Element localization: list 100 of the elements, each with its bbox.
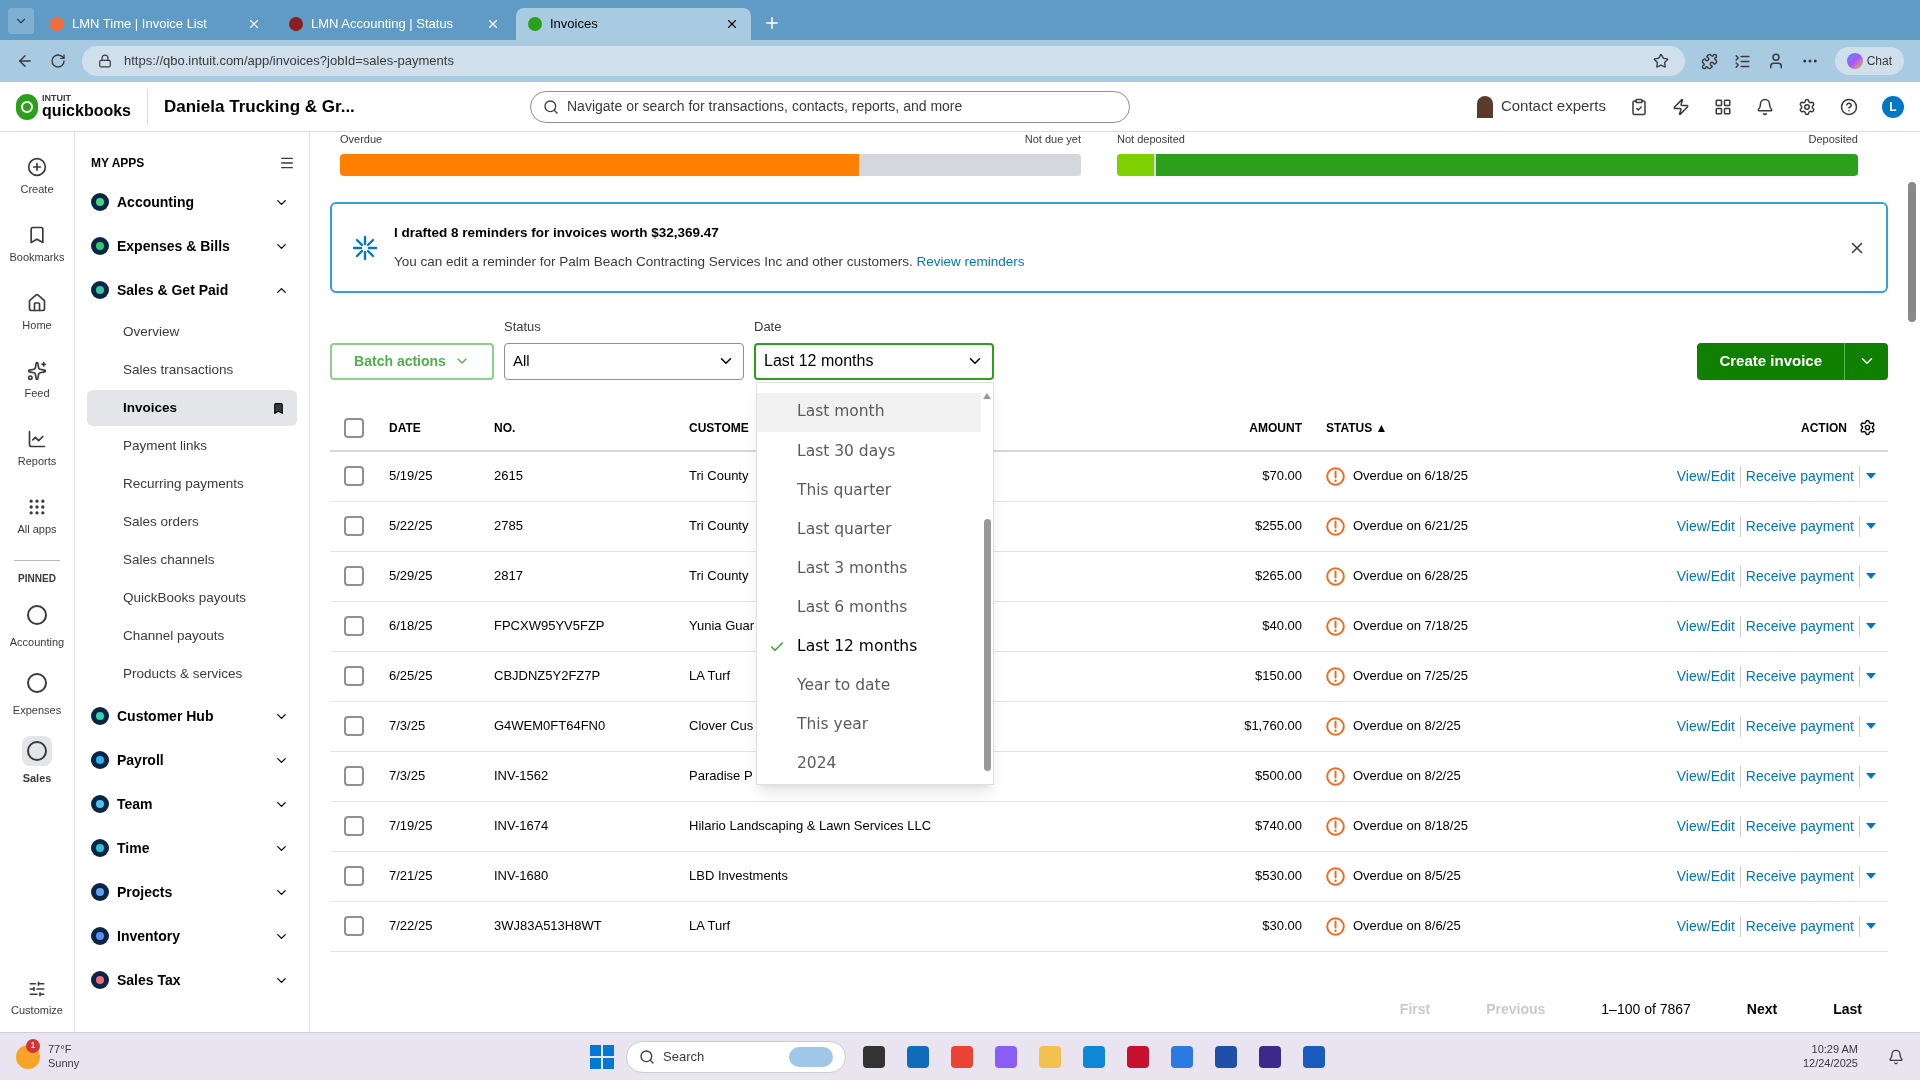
clipboard-icon[interactable] (1630, 97, 1648, 116)
app-item[interactable]: Accounting (87, 180, 297, 224)
receive-payment-link[interactable]: Receive payment (1740, 715, 1860, 737)
sidebar-link[interactable]: QuickBooks payouts (87, 580, 297, 616)
extensions-icon[interactable] (1700, 52, 1718, 70)
rail-item[interactable]: Create (4, 148, 70, 206)
app-item[interactable]: Projects (87, 870, 297, 914)
customize-button[interactable]: Customize (11, 979, 63, 1018)
sidebar-link[interactable]: Recurring payments (87, 466, 297, 502)
dropdown-option[interactable]: Last 12 months (757, 627, 981, 667)
address-bar[interactable]: https://qbo.intuit.com/app/invoices?jobId=sales-payments (82, 46, 1685, 76)
sidebar-link[interactable]: Sales channels (87, 542, 297, 578)
caret-icon[interactable] (1866, 673, 1876, 679)
app-item[interactable]: Sales & Get Paid (87, 268, 297, 312)
favorites-icon[interactable] (1733, 52, 1751, 70)
taskbar-search[interactable]: Search (626, 1040, 846, 1073)
sidebar-link[interactable]: Channel payouts (87, 618, 297, 654)
search-input[interactable]: Navigate or search for transactions, contacts, reports, and more (567, 96, 1117, 117)
settings-icon[interactable] (1798, 97, 1816, 116)
dropdown-option[interactable]: This quarter (757, 470, 981, 510)
sidebar-link[interactable]: Sales orders (87, 504, 297, 540)
date-select[interactable]: Last 12 months (754, 342, 994, 380)
pagination-button[interactable]: Next (1746, 999, 1778, 1020)
column-header[interactable]: DATE (389, 418, 494, 437)
view-edit-link[interactable]: View/Edit (1676, 815, 1741, 837)
caret-icon[interactable] (1866, 823, 1876, 829)
view-edit-link[interactable]: View/Edit (1676, 565, 1741, 587)
create-menu-button[interactable] (1844, 342, 1888, 380)
app-icon[interactable] (1215, 1045, 1237, 1068)
app-item[interactable]: Expenses & Bills (87, 224, 297, 268)
pagination-button[interactable]: Last (1833, 999, 1862, 1020)
review-reminders-link[interactable]: Review reminders (916, 253, 1025, 269)
view-edit-link[interactable]: View/Edit (1676, 615, 1741, 637)
help-icon[interactable] (1840, 97, 1858, 116)
app-item[interactable]: Sales Tax (87, 958, 297, 1002)
receive-payment-link[interactable]: Receive payment (1740, 515, 1860, 537)
notifications-icon[interactable] (1888, 1048, 1904, 1065)
reload-icon[interactable] (50, 53, 66, 69)
caret-icon[interactable] (1866, 523, 1876, 529)
checkbox[interactable] (344, 516, 364, 536)
receive-payment-link[interactable]: Receive payment (1740, 615, 1860, 637)
checkbox[interactable] (344, 916, 364, 936)
view-edit-link[interactable]: View/Edit (1676, 465, 1741, 487)
back-icon[interactable] (16, 52, 34, 70)
company-name[interactable]: Daniela Trucking & Gr... (164, 93, 414, 120)
app-item[interactable]: Customer Hub (87, 694, 297, 738)
checkbox[interactable] (344, 666, 364, 686)
close-icon[interactable] (725, 17, 739, 31)
dropdown-option[interactable]: Last 30 days (757, 431, 981, 471)
column-header[interactable]: STATUS ▲ (1326, 418, 1586, 437)
app-item[interactable]: Inventory (87, 914, 297, 958)
dropdown-option[interactable]: Year to date (757, 666, 981, 706)
receive-payment-link[interactable]: Receive payment (1740, 565, 1860, 587)
column-header[interactable]: AMOUNT (1179, 418, 1302, 437)
checkbox[interactable] (344, 716, 364, 736)
contact-experts-button[interactable]: Contact experts (1476, 95, 1606, 118)
apps-icon[interactable] (1714, 97, 1732, 116)
view-edit-link[interactable]: View/Edit (1676, 515, 1741, 537)
checkbox[interactable] (344, 766, 364, 786)
dropdown-option[interactable]: Last 6 months (757, 587, 981, 628)
settings-icon[interactable] (1859, 419, 1876, 436)
app-icon[interactable] (1259, 1045, 1281, 1068)
caret-icon[interactable] (1866, 473, 1876, 479)
scrollbar-thumb[interactable] (983, 518, 991, 771)
caret-icon[interactable] (1866, 623, 1876, 629)
view-edit-link[interactable]: View/Edit (1676, 665, 1741, 687)
sidebar-link[interactable]: Payment links (87, 428, 297, 464)
receive-payment-link[interactable]: Receive payment (1740, 915, 1860, 937)
caret-icon[interactable] (1866, 723, 1876, 729)
notifications-icon[interactable] (1756, 97, 1774, 116)
checkbox[interactable] (344, 616, 364, 636)
dropdown-option[interactable]: Last 3 months (757, 548, 981, 588)
view-edit-link[interactable]: View/Edit (1676, 915, 1741, 937)
checkbox[interactable] (344, 866, 364, 886)
windows-icon[interactable] (590, 1044, 614, 1069)
browser-tab[interactable]: Invoices (516, 8, 751, 40)
receive-payment-link[interactable]: Receive payment (1740, 815, 1860, 837)
caret-icon[interactable] (1866, 573, 1876, 579)
receive-payment-link[interactable]: Receive payment (1740, 665, 1860, 687)
rail-item[interactable]: All apps (4, 488, 70, 546)
avatar[interactable]: L (1882, 95, 1904, 118)
scroll-up-icon[interactable] (983, 392, 991, 399)
app-icon[interactable] (863, 1045, 885, 1068)
receive-payment-link[interactable]: Receive payment (1740, 765, 1860, 787)
rail-item[interactable]: Accounting (4, 596, 70, 654)
receive-payment-link[interactable]: Receive payment (1740, 465, 1860, 487)
caret-icon[interactable] (1866, 873, 1876, 879)
dropdown-option[interactable]: Last quarter (757, 509, 981, 549)
app-item[interactable]: Team (87, 782, 297, 826)
rail-item[interactable]: Reports (4, 420, 70, 478)
new-tab-icon[interactable] (763, 14, 781, 32)
checkbox[interactable] (344, 566, 364, 586)
checkbox[interactable] (344, 816, 364, 836)
checkbox[interactable] (344, 417, 364, 438)
scrollbar-thumb[interactable] (1908, 182, 1916, 322)
sidebar-link[interactable]: Invoices (87, 390, 297, 426)
caret-icon[interactable] (1866, 773, 1876, 779)
rail-item[interactable]: Home (4, 284, 70, 342)
collapse-icon[interactable] (279, 155, 295, 171)
rail-item[interactable]: Bookmarks (4, 216, 70, 274)
